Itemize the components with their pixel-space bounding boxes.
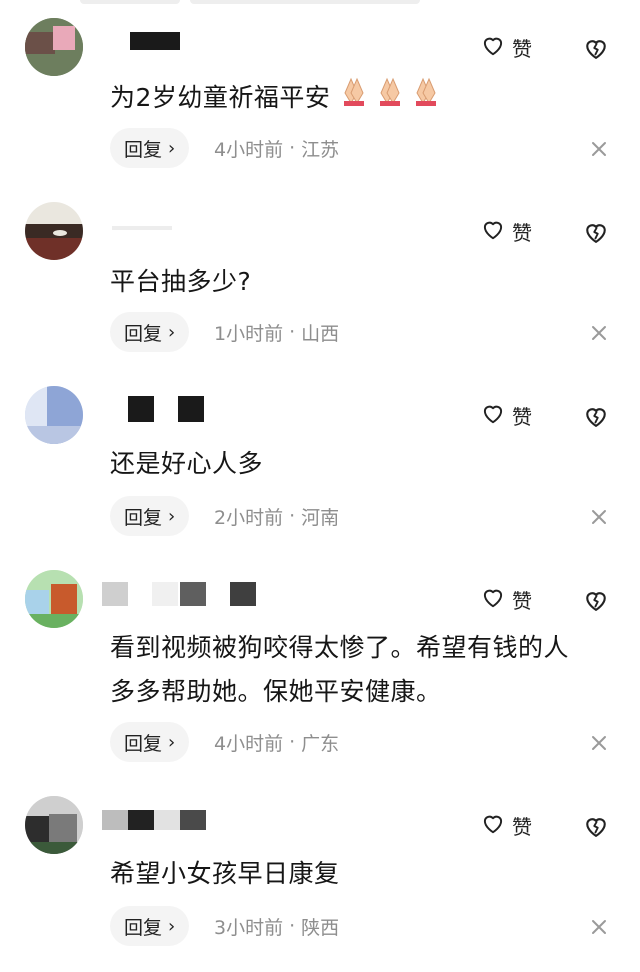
broken-heart-icon <box>582 592 610 618</box>
dislike-button[interactable] <box>582 402 610 430</box>
like-label: 赞 <box>512 36 532 61</box>
comment-meta: 1小时前 · 山西 <box>214 312 339 352</box>
like-button[interactable]: 赞 <box>480 32 532 62</box>
heart-icon <box>480 810 506 840</box>
close-icon[interactable] <box>588 916 610 938</box>
separator-dot: · <box>289 731 296 753</box>
close-icon[interactable] <box>588 138 610 160</box>
avatar[interactable] <box>25 18 83 76</box>
reply-label: 回复 <box>124 506 163 529</box>
comment-text: 希望小女孩早日康复 <box>110 859 340 888</box>
location: 河南 <box>301 506 340 529</box>
comment-text: 平台抽多少? <box>110 267 252 296</box>
top-fragment <box>190 0 420 4</box>
separator-dot: · <box>289 505 296 527</box>
heart-icon <box>480 400 506 430</box>
broken-heart-icon <box>582 408 610 434</box>
timestamp: 3小时前 <box>214 916 284 939</box>
separator-dot: · <box>289 137 296 159</box>
like-label: 赞 <box>512 588 532 613</box>
avatar[interactable] <box>25 202 83 260</box>
timestamp: 4小时前 <box>214 138 284 161</box>
like-label: 赞 <box>512 404 532 429</box>
comment-item: 赞 希望小女孩早日康复 回复 › 3小时前 · 陕西 <box>0 796 640 972</box>
like-label: 赞 <box>512 814 532 839</box>
reply-button[interactable]: 回复 › <box>110 496 190 536</box>
comment-meta: 3小时前 · 陕西 <box>214 906 339 946</box>
comment-item: 赞 为2岁幼童祈福平安 回复 › 4小时前 · 江苏 <box>0 18 640 188</box>
location: 陕西 <box>301 916 340 939</box>
comment-text-line: 看到视频被狗咬得太惨了。希望有钱的人 <box>110 633 570 662</box>
comment-meta: 4小时前 · 广东 <box>214 722 339 762</box>
separator-dot: · <box>289 321 296 343</box>
location: 广东 <box>301 732 340 755</box>
reply-label: 回复 <box>124 322 163 345</box>
comment-text: 还是好心人多 <box>110 449 264 478</box>
dislike-button[interactable] <box>582 218 610 246</box>
like-button[interactable]: 赞 <box>480 810 532 840</box>
comment-text: 为2岁幼童祈福平安 <box>110 76 449 121</box>
reply-button[interactable]: 回复 › <box>110 128 190 168</box>
chevron-right-icon: › <box>168 321 176 343</box>
like-button[interactable]: 赞 <box>480 216 532 246</box>
separator-dot: · <box>289 915 296 937</box>
timestamp: 2小时前 <box>214 506 284 529</box>
comment-meta: 2小时前 · 河南 <box>214 496 339 536</box>
location: 江苏 <box>301 138 340 161</box>
top-fragment <box>80 0 180 4</box>
chevron-right-icon: › <box>168 137 176 159</box>
heart-icon <box>480 584 506 614</box>
dislike-button[interactable] <box>582 812 610 840</box>
comment-item: 赞 平台抽多少? 回复 › 1小时前 · 山西 <box>0 202 640 372</box>
avatar[interactable] <box>25 570 83 628</box>
chevron-right-icon: › <box>168 731 176 753</box>
reply-label: 回复 <box>124 916 163 939</box>
dislike-button[interactable] <box>582 586 610 614</box>
comment-text-line: 多多帮助她。保她平安健康。 <box>110 677 442 706</box>
close-icon[interactable] <box>588 322 610 344</box>
location: 山西 <box>301 322 340 345</box>
dislike-button[interactable] <box>582 34 610 62</box>
like-label: 赞 <box>512 220 532 245</box>
avatar[interactable] <box>25 386 83 444</box>
close-icon[interactable] <box>588 506 610 528</box>
chevron-right-icon: › <box>168 915 176 937</box>
folded-hands-emoji <box>341 77 449 121</box>
comment-item: 赞 看到视频被狗咬得太惨了。希望有钱的人 多多帮助她。保她平安健康。 回复 › … <box>0 570 640 780</box>
reply-label: 回复 <box>124 732 163 755</box>
chevron-right-icon: › <box>168 505 176 527</box>
close-icon[interactable] <box>588 732 610 754</box>
heart-icon <box>480 216 506 246</box>
broken-heart-icon <box>582 818 610 844</box>
like-button[interactable]: 赞 <box>480 400 532 430</box>
broken-heart-icon <box>582 40 610 66</box>
timestamp: 4小时前 <box>214 732 284 755</box>
reply-button[interactable]: 回复 › <box>110 722 190 762</box>
comment-item: 赞 还是好心人多 回复 › 2小时前 · 河南 <box>0 386 640 556</box>
avatar[interactable] <box>25 796 83 854</box>
comment-text: 看到视频被狗咬得太惨了。希望有钱的人 多多帮助她。保她平安健康。 <box>110 626 569 714</box>
broken-heart-icon <box>582 224 610 250</box>
reply-label: 回复 <box>124 138 163 161</box>
heart-icon <box>480 32 506 62</box>
like-button[interactable]: 赞 <box>480 584 532 614</box>
comment-meta: 4小时前 · 江苏 <box>214 128 339 168</box>
reply-button[interactable]: 回复 › <box>110 906 190 946</box>
reply-button[interactable]: 回复 › <box>110 312 190 352</box>
timestamp: 1小时前 <box>214 322 284 345</box>
